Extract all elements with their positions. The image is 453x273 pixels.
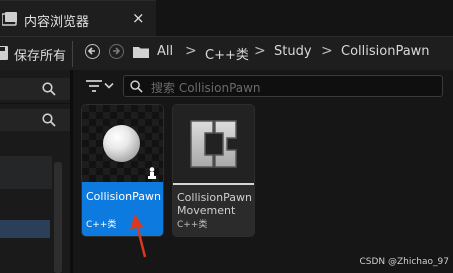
asset-label-area: CollisionPawn Movement C++类 xyxy=(173,185,254,236)
search-placeholder: 搜索 CollisionPawn xyxy=(151,81,261,95)
asset-tile-collisionpawn-movement[interactable]: CollisionPawn Movement C++类 xyxy=(173,105,254,236)
panel-divider xyxy=(0,103,70,104)
tab-title: 内容浏览器 xyxy=(24,15,90,30)
folder-icon[interactable] xyxy=(133,46,149,58)
pawn-icon xyxy=(148,167,156,179)
back-button[interactable] xyxy=(85,44,100,59)
cpp-class-c-icon xyxy=(190,120,237,168)
breadcrumb-separator: > xyxy=(254,43,266,59)
folder-tree-item[interactable] xyxy=(0,156,52,189)
save-icon xyxy=(0,46,8,60)
breadcrumb-all[interactable]: All xyxy=(157,44,173,59)
breadcrumb-separator: > xyxy=(185,43,197,59)
asset-label-area: CollisionPawn C++类 xyxy=(82,182,163,236)
breadcrumb-study[interactable]: Study xyxy=(274,44,312,59)
breadcrumb-collisionpawn[interactable]: CollisionPawn xyxy=(341,44,430,59)
tab-content-browser[interactable]: 内容浏览器 × xyxy=(0,0,156,37)
folder-tree-item-selected[interactable] xyxy=(0,220,50,238)
toolbar: 保存所有 All > C++类 > Study > CollisionPawn xyxy=(0,36,453,71)
asset-type: C++类 xyxy=(177,220,208,230)
folder-tree-scrollbar[interactable] xyxy=(54,162,62,273)
asset-tile-collisionpawn[interactable]: CollisionPawn C++类 xyxy=(82,105,163,236)
folders-search-row[interactable] xyxy=(0,109,70,131)
asset-thumbnail xyxy=(82,105,163,182)
asset-name: CollisionPawn Movement xyxy=(177,191,252,217)
asset-type: C++类 xyxy=(86,220,117,230)
asset-thumbnail xyxy=(173,105,254,183)
close-icon[interactable]: × xyxy=(132,9,145,27)
save-all-label: 保存所有 xyxy=(14,49,67,64)
arrow-right-icon xyxy=(113,47,121,55)
tab-bar: 内容浏览器 × xyxy=(0,0,453,37)
favorites-search-row[interactable] xyxy=(0,78,70,100)
sources-panel xyxy=(0,70,70,273)
breadcrumb-separator: > xyxy=(321,43,333,59)
watermark: CSDN @Zhichao_97 xyxy=(359,257,449,267)
arrow-left-icon xyxy=(87,47,95,55)
search-icon[interactable] xyxy=(42,82,56,96)
content-browser-icon xyxy=(2,12,17,26)
asset-name: CollisionPawn xyxy=(86,190,161,203)
sphere-thumbnail-icon xyxy=(103,125,140,162)
chevron-down-icon[interactable] xyxy=(104,82,114,90)
forward-button[interactable] xyxy=(109,44,124,59)
search-icon xyxy=(130,80,143,93)
toolbar-divider xyxy=(72,41,73,67)
asset-search-input[interactable]: 搜索 CollisionPawn xyxy=(123,75,443,97)
filter-icon[interactable] xyxy=(86,80,102,92)
asset-view: 搜索 CollisionPawn CollisionPawn C++类 Coll… xyxy=(73,70,453,273)
breadcrumb-cpp-classes[interactable]: C++类 xyxy=(205,44,249,63)
search-icon[interactable] xyxy=(42,113,56,127)
